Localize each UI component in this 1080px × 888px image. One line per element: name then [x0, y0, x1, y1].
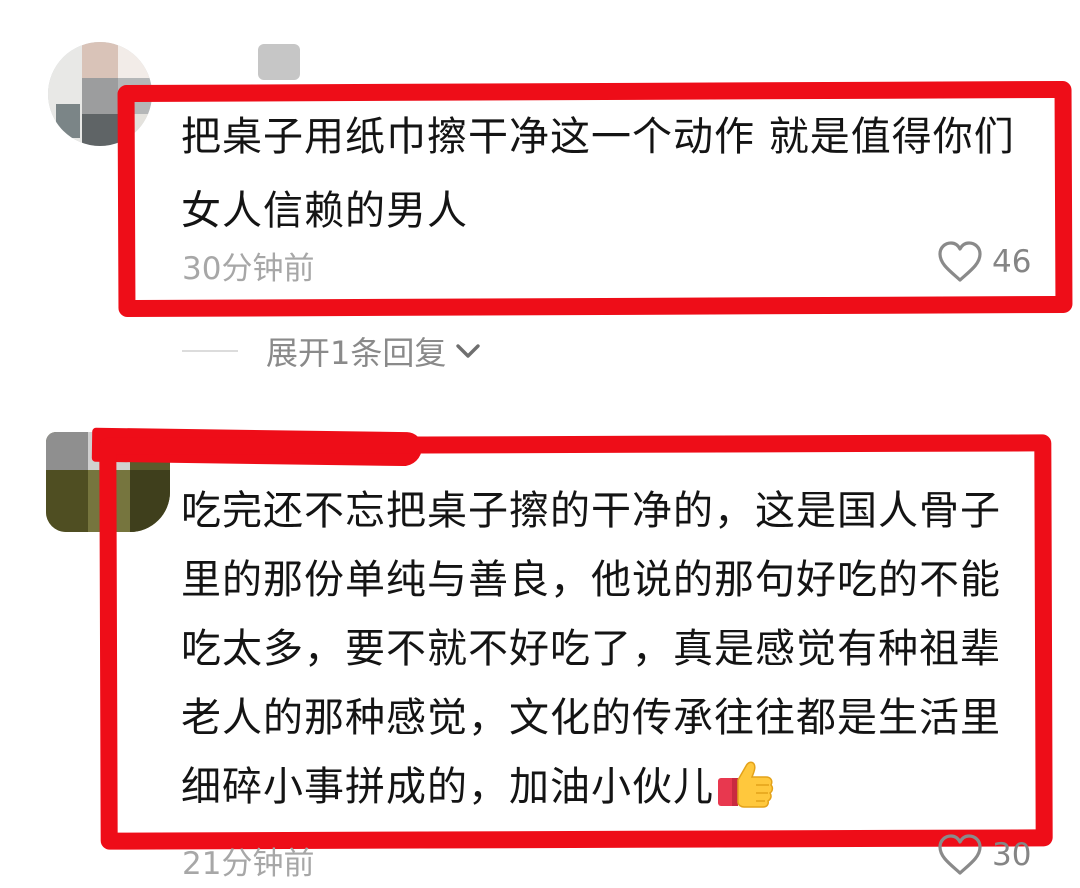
comment-text: 吃完还不忘把桌子擦的干净的，这是国人骨子里的那份单纯与善良，他说的那句好吃的不能… [181, 477, 1031, 822]
like-button[interactable]: 30 [936, 833, 1031, 877]
comment-text-body: 吃完还不忘把桌子擦的干净的，这是国人骨子里的那份单纯与善良，他说的那句好吃的不能… [181, 488, 1001, 810]
reply-divider-line [182, 350, 238, 352]
comment-timestamp: 30分钟前 [182, 251, 315, 287]
thumbs-up-emoji [718, 761, 774, 808]
heart-outline-icon [938, 834, 982, 875]
chevron-down-icon [456, 344, 481, 358]
like-count: 30 [992, 837, 1032, 873]
comment-text: 把桌子用纸巾擦干净这一个动作 就是值得你们女人信赖的男人 [181, 114, 1015, 234]
heart-outline-icon [938, 241, 982, 282]
like-button[interactable]: 46 [936, 240, 1031, 284]
username-blurred[interactable] [258, 44, 300, 80]
expand-replies-button[interactable]: 展开1条回复 [182, 328, 482, 374]
comment-timestamp: 21分钟前 [182, 846, 315, 882]
expand-replies-label: 展开1条回复 [266, 334, 447, 372]
like-count: 46 [992, 244, 1032, 280]
